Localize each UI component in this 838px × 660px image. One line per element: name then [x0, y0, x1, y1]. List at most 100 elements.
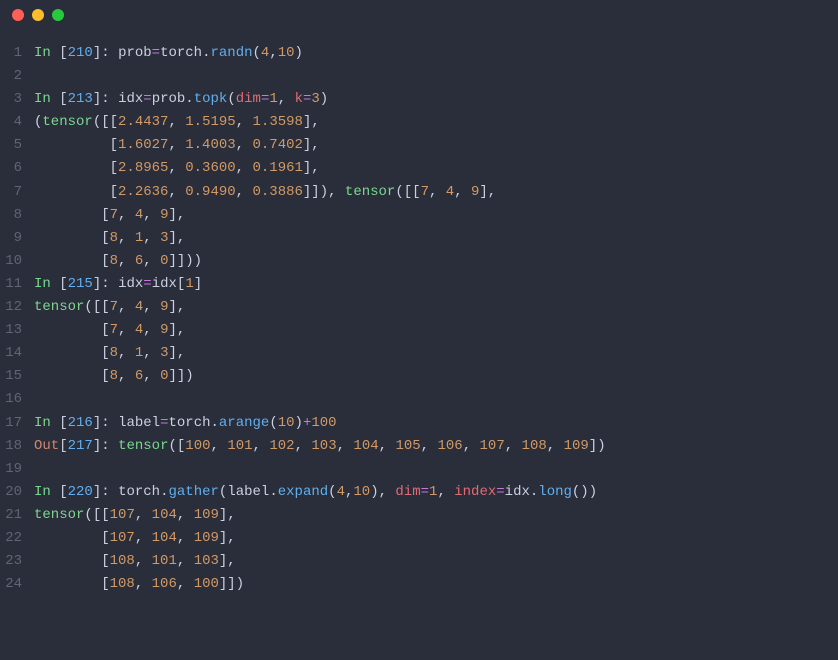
- code-token: 1: [269, 91, 277, 107]
- code-token: ,: [135, 576, 152, 592]
- line-number: 2: [0, 65, 34, 88]
- line-content: [2.2636, 0.9490, 0.3886]]), tensor([[7, …: [34, 181, 838, 204]
- code-token: ([[: [84, 299, 109, 315]
- code-line: 17In [216]: label=torch.arange(10)+100: [0, 412, 838, 435]
- code-token: ]]): [168, 368, 193, 384]
- code-token: [: [34, 207, 110, 223]
- minimize-icon[interactable]: [32, 9, 44, 21]
- code-token: ,: [118, 345, 135, 361]
- code-token: ([: [168, 438, 185, 454]
- code-token: ,: [168, 137, 185, 153]
- code-token: ,: [236, 114, 253, 130]
- code-token: [: [34, 253, 110, 269]
- code-token: [: [34, 184, 118, 200]
- code-token: 1.4003: [185, 137, 235, 153]
- code-token: (: [269, 415, 277, 431]
- code-token: 8: [110, 368, 118, 384]
- code-token: ,: [211, 438, 228, 454]
- code-token: 217: [68, 438, 93, 454]
- code-token: ]]),: [303, 184, 345, 200]
- code-token: ]: [93, 45, 101, 61]
- maximize-icon[interactable]: [52, 9, 64, 21]
- code-token: 4: [446, 184, 454, 200]
- code-token: 220: [68, 484, 93, 500]
- code-token: 100: [194, 576, 219, 592]
- code-token: 103: [311, 438, 336, 454]
- line-number: 11: [0, 273, 34, 296]
- code-token: 1: [135, 230, 143, 246]
- code-token: .: [202, 45, 210, 61]
- code-token: topk: [194, 91, 228, 107]
- code-token: ,: [118, 368, 135, 384]
- code-line: 6 [2.8965, 0.3600, 0.1961],: [0, 157, 838, 180]
- code-token: [: [59, 276, 67, 292]
- code-token: ],: [219, 530, 236, 546]
- code-token: ]): [589, 438, 606, 454]
- line-content: [1.6027, 1.4003, 0.7402],: [34, 134, 838, 157]
- code-token: [: [34, 322, 110, 338]
- line-content: In [210]: prob=torch.randn(4,10): [34, 42, 838, 65]
- code-token: ,: [168, 184, 185, 200]
- code-token: ,: [143, 299, 160, 315]
- code-token: ]]): [219, 576, 244, 592]
- close-icon[interactable]: [12, 9, 24, 21]
- line-number: 1: [0, 42, 34, 65]
- line-number: 20: [0, 481, 34, 504]
- code-token: =: [143, 276, 151, 292]
- code-token: (: [227, 91, 235, 107]
- code-token: ,: [337, 438, 354, 454]
- code-token: [: [34, 230, 110, 246]
- line-number: 4: [0, 111, 34, 134]
- code-token: [: [34, 160, 118, 176]
- code-token: ,: [547, 438, 564, 454]
- line-content: [8, 1, 3],: [34, 227, 838, 250]
- code-token: ,: [135, 553, 152, 569]
- code-token: ,: [454, 184, 471, 200]
- code-token: ],: [219, 553, 236, 569]
- code-token: ,: [143, 207, 160, 223]
- code-token: ,: [143, 345, 160, 361]
- code-token: index: [454, 484, 496, 500]
- code-line: 8 [7, 4, 9],: [0, 204, 838, 227]
- code-token: ,: [236, 137, 253, 153]
- code-token: ,: [118, 207, 135, 223]
- code-line: 16: [0, 388, 838, 411]
- code-token: :: [101, 276, 118, 292]
- code-token: 100: [311, 415, 336, 431]
- code-token: prob: [118, 45, 152, 61]
- code-line: 11In [215]: idx=idx[1]: [0, 273, 838, 296]
- code-token: ],: [168, 299, 185, 315]
- line-content: [7, 4, 9],: [34, 319, 838, 342]
- code-token: 0.3886: [252, 184, 302, 200]
- line-number: 16: [0, 388, 34, 411]
- code-token: (: [253, 45, 261, 61]
- code-token: ,: [177, 530, 194, 546]
- line-number: 8: [0, 204, 34, 227]
- code-token: ,: [143, 368, 160, 384]
- line-number: 5: [0, 134, 34, 157]
- code-token: 10: [278, 415, 295, 431]
- code-token: 4: [135, 299, 143, 315]
- code-token: [: [34, 137, 118, 153]
- code-line: 23 [108, 101, 103],: [0, 550, 838, 573]
- code-token: ,: [143, 253, 160, 269]
- code-token: [: [34, 345, 110, 361]
- code-token: ,: [269, 45, 277, 61]
- line-number: 10: [0, 250, 34, 273]
- code-line: 14 [8, 1, 3],: [0, 342, 838, 365]
- code-token: .: [185, 91, 193, 107]
- code-token: 101: [152, 553, 177, 569]
- code-token: 7: [110, 299, 118, 315]
- code-token: dim: [395, 484, 420, 500]
- code-token: idx: [118, 91, 143, 107]
- code-token: ,: [168, 160, 185, 176]
- code-token: 0.7402: [252, 137, 302, 153]
- code-token: [: [59, 484, 67, 500]
- code-token: In: [34, 484, 59, 500]
- code-token: 102: [269, 438, 294, 454]
- line-number: 22: [0, 527, 34, 550]
- code-token: ,: [118, 230, 135, 246]
- line-content: (tensor([[2.4437, 1.5195, 1.3598],: [34, 111, 838, 134]
- code-area[interactable]: 1In [210]: prob=torch.randn(4,10)23In [2…: [0, 30, 838, 608]
- code-token: gather: [168, 484, 218, 500]
